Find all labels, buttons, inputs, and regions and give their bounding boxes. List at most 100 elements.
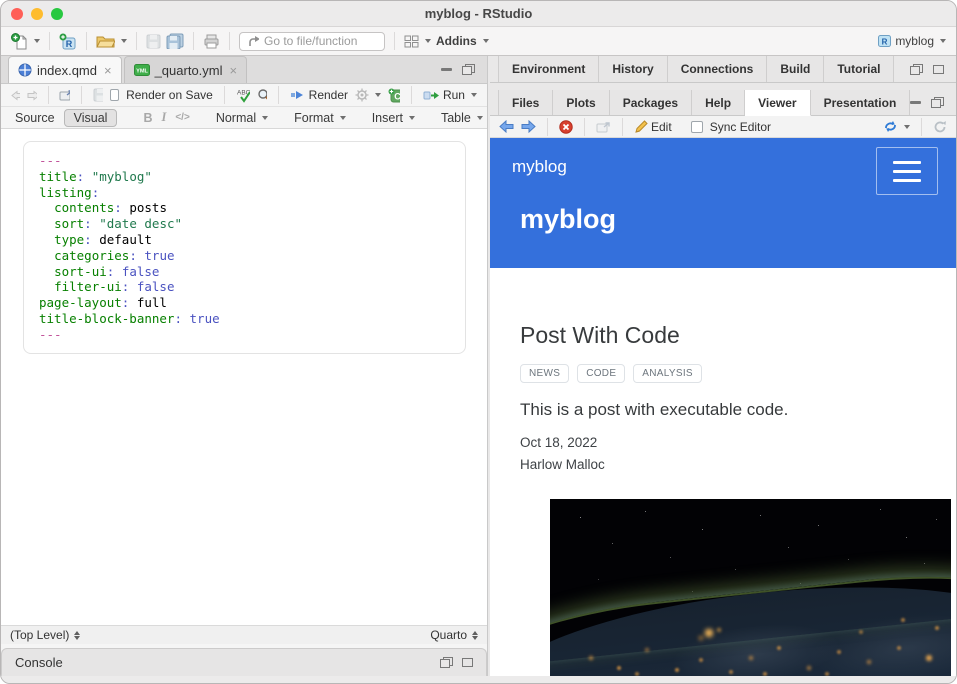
refresh-icon[interactable]	[933, 120, 947, 134]
maximize-pane-icon[interactable]	[462, 64, 475, 75]
tab-tutorial[interactable]: Tutorial	[824, 56, 894, 82]
filetype-selector[interactable]: Quarto	[430, 628, 478, 642]
tag-pill[interactable]: ANALYSIS	[633, 364, 702, 383]
svg-text:R: R	[66, 39, 73, 49]
tab-files[interactable]: Files	[498, 90, 553, 115]
project-menu[interactable]: R myblog	[877, 34, 946, 48]
toolbar-separator	[193, 32, 194, 50]
new-project-button[interactable]: R	[59, 33, 77, 50]
main-toolbar: R Addins	[1, 27, 956, 56]
tab-plots[interactable]: Plots	[553, 90, 609, 115]
restore-pane-icon[interactable]	[910, 64, 923, 75]
edit-button[interactable]: Edit	[634, 120, 672, 134]
filetype-label: Quarto	[430, 628, 467, 642]
tab-environment[interactable]: Environment	[498, 56, 599, 82]
goto-file-search[interactable]	[239, 32, 385, 51]
site-nav-title[interactable]: myblog	[512, 147, 567, 177]
toolbar-separator	[86, 32, 87, 50]
post-title-link[interactable]: Post With Code	[520, 322, 956, 349]
tab-index-qmd[interactable]: index.qmd ×	[8, 56, 122, 83]
back-icon[interactable]	[499, 120, 514, 133]
code-button[interactable]: </>	[175, 112, 189, 123]
maximize-pane-icon[interactable]	[931, 97, 944, 108]
popout-icon[interactable]	[596, 121, 611, 133]
hamburger-icon	[893, 170, 921, 173]
toolbar-separator	[394, 32, 395, 50]
editor-canvas[interactable]: ---title: "myblog"listing: contents: pos…	[1, 129, 487, 625]
search-icon[interactable]	[257, 88, 267, 102]
toolbar-separator	[411, 86, 412, 104]
edit-pencil-icon	[634, 120, 648, 134]
pane-layout-button[interactable]	[404, 35, 431, 48]
close-icon[interactable]: ×	[230, 64, 238, 77]
minimize-pane-icon[interactable]	[910, 101, 921, 104]
tab-connections[interactable]: Connections	[668, 56, 768, 82]
insert-menu[interactable]: Insert	[372, 111, 415, 125]
insert-chunk-icon[interactable]: C	[388, 88, 400, 103]
render-button[interactable]: Render	[290, 88, 348, 102]
yaml-code-block[interactable]: ---title: "myblog"listing: contents: pos…	[23, 141, 466, 354]
tab-viewer[interactable]: Viewer	[745, 90, 810, 116]
tab-build[interactable]: Build	[767, 56, 824, 82]
save-all-button[interactable]	[166, 33, 184, 49]
editor-toolbar: Render on Save ABC Render C Run	[1, 84, 487, 107]
save-button[interactable]	[146, 34, 161, 49]
hamburger-icon	[893, 179, 921, 182]
svg-text:C: C	[394, 91, 400, 101]
run-button[interactable]: Run	[423, 88, 477, 102]
addins-menu[interactable]: Addins	[436, 34, 489, 48]
forward-icon[interactable]	[521, 120, 536, 133]
render-on-save-label: Render on Save	[126, 88, 213, 102]
open-file-icon	[96, 34, 115, 48]
sync-button[interactable]	[883, 120, 910, 133]
tab-packages[interactable]: Packages	[610, 90, 692, 115]
print-button[interactable]	[203, 34, 220, 49]
svg-text:YML: YML	[136, 69, 148, 75]
maximize-pane-icon[interactable]	[462, 658, 473, 667]
minimize-window-button[interactable]	[31, 8, 43, 20]
tab-presentation[interactable]: Presentation	[811, 90, 911, 115]
editor-status-bar: (Top Level) Quarto	[1, 625, 487, 644]
table-menu[interactable]: Table	[441, 111, 483, 125]
visual-mode-button[interactable]: Visual	[64, 109, 118, 127]
paragraph-style-dropdown[interactable]: Normal	[216, 111, 268, 125]
scope-selector[interactable]: (Top Level)	[10, 628, 80, 642]
chevron-down-icon	[471, 93, 477, 97]
tab-help[interactable]: Help	[692, 90, 745, 115]
close-icon[interactable]: ×	[104, 64, 112, 77]
tag-pill[interactable]: NEWS	[520, 364, 569, 383]
minimize-pane-icon[interactable]	[441, 68, 452, 71]
back-nav-icon[interactable]	[11, 90, 20, 101]
console-pane-header[interactable]: Console	[1, 648, 487, 676]
tag-pill[interactable]: CODE	[577, 364, 625, 383]
popout-icon[interactable]	[59, 89, 70, 101]
italic-button[interactable]: I	[161, 110, 166, 125]
bold-button[interactable]: B	[143, 111, 152, 125]
save-icon[interactable]	[93, 88, 103, 102]
close-window-button[interactable]	[11, 8, 23, 20]
forward-nav-icon[interactable]	[27, 90, 36, 101]
new-file-button[interactable]	[11, 33, 40, 50]
render-settings-button[interactable]	[355, 88, 381, 102]
goto-file-input[interactable]	[264, 34, 376, 48]
restore-pane-icon[interactable]	[440, 657, 453, 668]
render-on-save-checkbox[interactable]	[110, 89, 119, 101]
post-description: This is a post with executable code.	[520, 400, 956, 420]
maximize-pane-icon[interactable]	[933, 65, 944, 74]
source-mode-button[interactable]: Source	[15, 111, 55, 125]
sort-arrows-icon	[472, 631, 478, 640]
format-menu[interactable]: Format	[294, 111, 346, 125]
tab-label: index.qmd	[37, 63, 97, 78]
open-file-button[interactable]	[96, 34, 127, 48]
spellcheck-icon[interactable]: ABC	[236, 88, 250, 103]
site-navbar: myblog	[490, 138, 956, 195]
stop-icon[interactable]	[559, 120, 573, 134]
pane-splitter[interactable]	[490, 83, 956, 90]
yml-file-icon: YML	[134, 64, 150, 76]
tab-quarto-yml[interactable]: YML _quarto.yml ×	[124, 56, 248, 83]
sync-editor-checkbox[interactable]	[691, 121, 703, 133]
navbar-toggler[interactable]	[876, 147, 938, 195]
tab-history[interactable]: History	[599, 56, 667, 82]
toolbar-separator	[547, 118, 548, 136]
zoom-window-button[interactable]	[51, 8, 63, 20]
